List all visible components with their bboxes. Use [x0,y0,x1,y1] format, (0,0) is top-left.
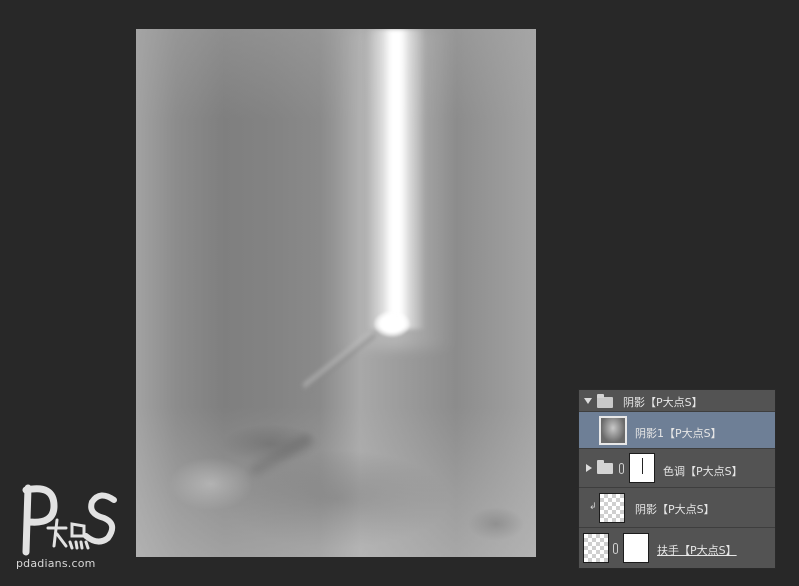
layer-name: 阴影1【P大点S】 [635,427,722,440]
triangle-down-icon[interactable] [584,398,592,404]
layer-name: 扶手【P大点S】 [657,544,737,557]
layer-thumbnail [583,533,609,563]
photoshop-workspace: pdadians.com 阴影【P大点S】 阴影1【P大点S】 色调【P大点S】… [0,0,799,586]
layer-name: 阴影【P大点S】 [635,503,715,516]
layer-mask-thumbnail[interactable] [623,533,649,563]
layer-armrest[interactable]: 扶手【P大点S】 [579,528,775,568]
ps-logo: pdadians.com [14,480,134,575]
layer-shadow-1[interactable]: 阴影1【P大点S】 [579,412,775,449]
layer-shadow-clipped[interactable]: ↲ 阴影【P大点S】 [579,488,775,528]
light-beam-tip [374,311,410,337]
clip-arrow-icon: ↲ [589,502,597,512]
layer-group-tone[interactable]: 色调【P大点S】 [579,449,775,488]
logo-url-text: pdadians.com [16,557,96,570]
layer-mask-thumbnail[interactable] [629,453,655,483]
layer-thumbnail [599,493,625,523]
document-canvas[interactable] [136,29,536,557]
layers-panel[interactable]: 阴影【P大点S】 阴影1【P大点S】 色调【P大点S】 ↲ 阴影【P大点S】 扶… [578,389,776,569]
layer-group-shadow[interactable]: 阴影【P大点S】 [579,390,775,412]
chain-link-icon[interactable] [619,463,624,474]
light-beam [366,29,426,329]
folder-icon [597,460,613,474]
layer-thumbnail [599,416,627,445]
folder-icon [597,394,613,408]
layer-name: 阴影【P大点S】 [623,396,703,409]
ps-logo-mark [22,484,117,556]
canvas-bottom-fade [136,407,536,557]
layer-name: 色调【P大点S】 [663,465,743,478]
triangle-right-icon[interactable] [586,464,592,472]
chain-link-icon[interactable] [613,543,618,554]
